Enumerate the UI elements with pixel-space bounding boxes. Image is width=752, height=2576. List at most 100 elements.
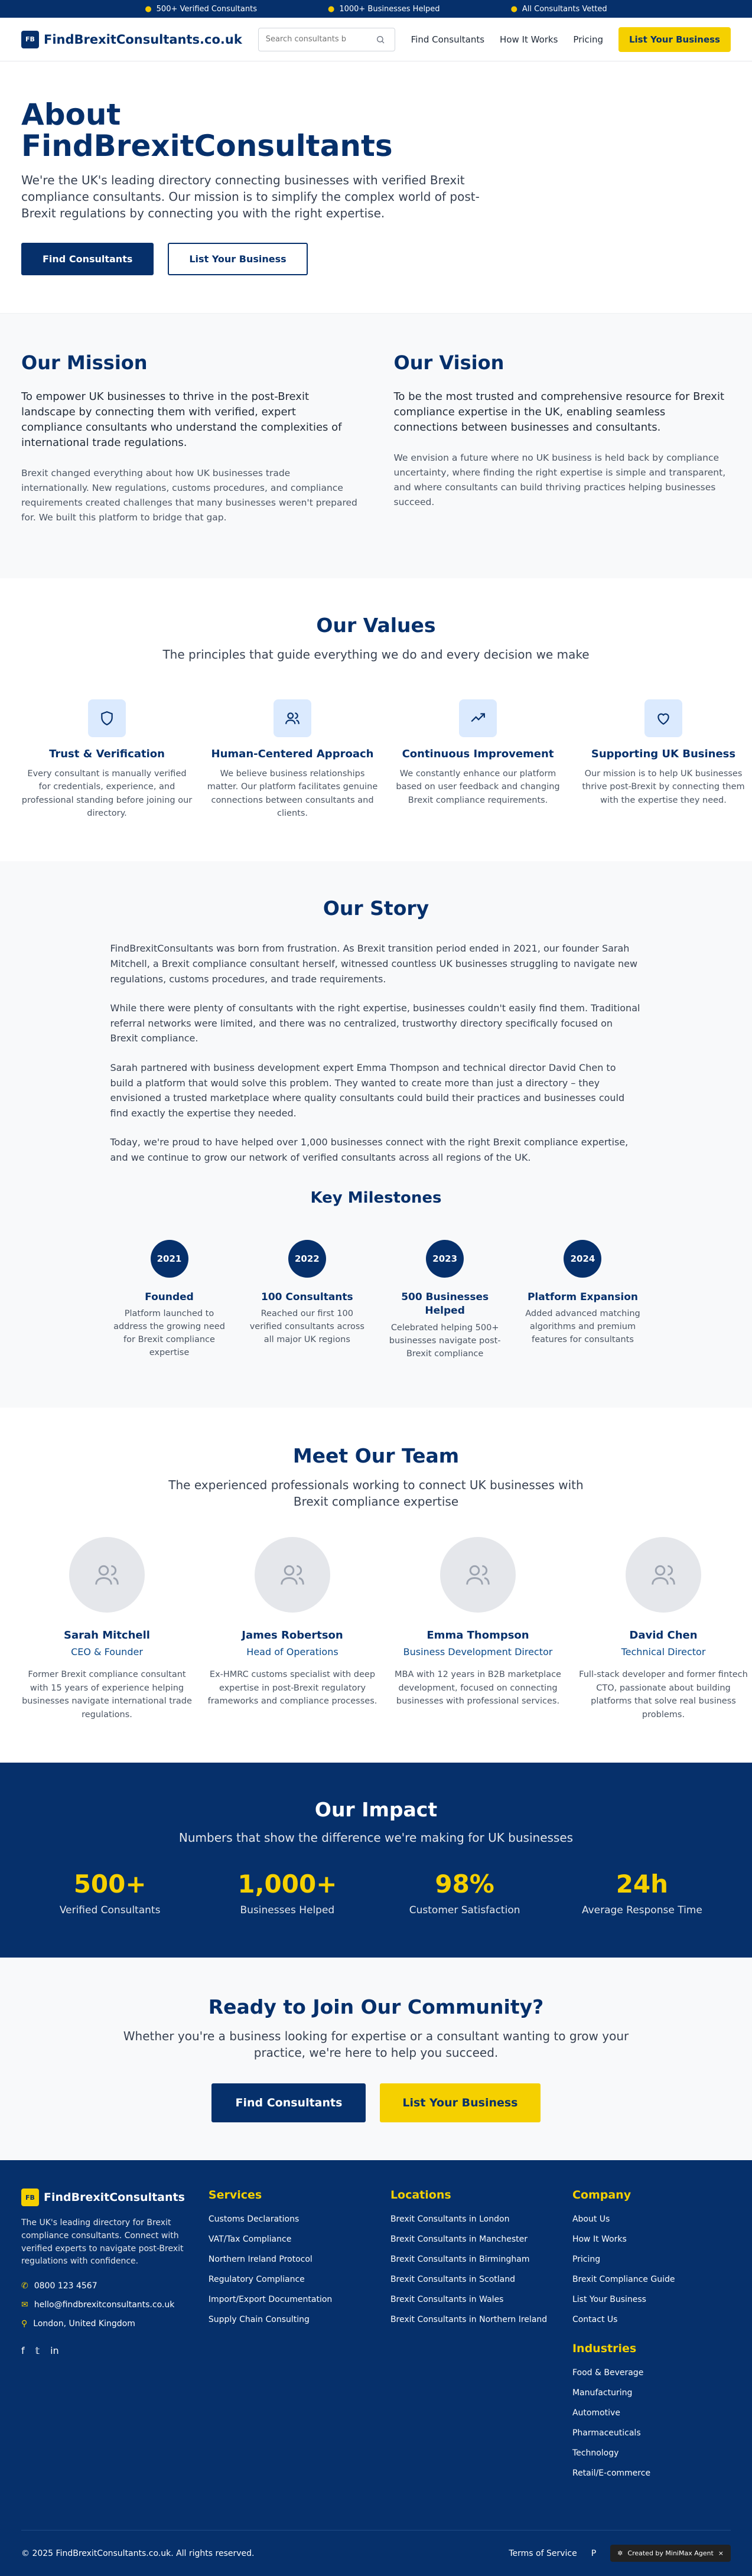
impact-title: Our Impact [314, 1798, 438, 1822]
value-title: Continuous Improvement [402, 747, 554, 760]
footer-link[interactable]: Food & Beverage [572, 2368, 731, 2378]
footer-link[interactable]: Automotive [572, 2408, 731, 2418]
member-role: Head of Operations [246, 1646, 338, 1658]
member-bio: MBA with 12 years in B2B marketplace dev… [395, 1670, 561, 1707]
map-pin-icon: ⚲ [21, 2319, 28, 2329]
member-role: CEO & Founder [71, 1646, 143, 1658]
footer-about: The UK's leading directory for Brexit co… [21, 2218, 184, 2266]
footer-link[interactable]: List Your Business [572, 2295, 731, 2304]
milestone-year: 2024 [564, 1239, 602, 1278]
main-navigation: FB FindBrexitConsultants.co.uk Find Cons… [0, 18, 752, 61]
milestone-year: 2022 [288, 1239, 326, 1278]
avatar [69, 1537, 145, 1613]
linkedin-icon[interactable]: in [50, 2345, 59, 2356]
stat-label: Businesses Helped [240, 1904, 335, 1917]
phone-icon: ✆ [21, 2281, 28, 2291]
footer-link[interactable]: Pricing [572, 2255, 731, 2264]
member-bio: Ex-HMRC customs specialist with deep exp… [207, 1670, 377, 1707]
shield-icon [88, 699, 126, 737]
value-card: Trust & Verification Every consultant is… [21, 699, 193, 820]
cta-subtitle: Whether you're a business looking for ex… [123, 2029, 629, 2060]
member-role: Business Development Director [403, 1646, 553, 1658]
privacy-link[interactable]: P [591, 2549, 596, 2558]
member-name: Sarah Mitchell [64, 1629, 150, 1642]
site-logo[interactable]: FB FindBrexitConsultants.co.uk [21, 30, 242, 48]
values-subtitle: The principles that guide everything we … [162, 647, 590, 662]
footer-link[interactable]: Brexit Consultants in Birmingham [390, 2255, 549, 2264]
footer-link[interactable]: Pharmaceuticals [572, 2428, 731, 2438]
member-bio: Full-stack developer and former fintech … [579, 1670, 748, 1719]
search-input[interactable] [265, 35, 372, 44]
impact-section: Our Impact Numbers that show the differe… [0, 1763, 752, 1958]
footer-link[interactable]: Brexit Consultants in London [390, 2214, 549, 2224]
footer-link[interactable]: How It Works [572, 2235, 731, 2244]
footer-link[interactable]: Northern Ireland Protocol [209, 2255, 367, 2264]
milestone-title: 500 Businesses Helped [401, 1291, 489, 1317]
footer-link[interactable]: About Us [572, 2214, 731, 2224]
nav-link-how-it-works[interactable]: How It Works [500, 34, 558, 45]
footer-link[interactable]: Brexit Consultants in Scotland [390, 2275, 549, 2284]
mail-icon: ✉ [21, 2300, 28, 2310]
footer-location: ⚲ London, United Kingdom [21, 2319, 135, 2329]
milestones-title: Key Milestones [310, 1188, 442, 1207]
logo-badge: FB [21, 30, 39, 48]
twitter-icon[interactable]: 𝕥 [35, 2345, 40, 2356]
story-paragraph: While there were plenty of consultants w… [110, 1002, 640, 1044]
footer-link[interactable]: Technology [572, 2448, 731, 2458]
footer-link[interactable]: Brexit Compliance Guide [572, 2275, 731, 2284]
footer-link[interactable]: Import/Export Documentation [209, 2295, 367, 2304]
nav-link-pricing[interactable]: Pricing [573, 34, 603, 45]
team-member-card: David Chen Technical Director Full-stack… [578, 1537, 749, 1721]
footer-link[interactable]: VAT/Tax Compliance [209, 2235, 367, 2244]
value-text: We constantly enhance our platform based… [396, 768, 560, 805]
footer-link[interactable]: Manufacturing [572, 2388, 731, 2398]
milestone-item: 2024 Platform Expansion Added advanced m… [523, 1239, 642, 1361]
facebook-icon[interactable]: f [21, 2345, 25, 2356]
agent-logo-icon: ✲ [617, 2549, 623, 2558]
search-icon[interactable] [376, 35, 385, 44]
footer-link[interactable]: Brexit Consultants in Wales [390, 2295, 549, 2304]
find-consultants-button[interactable]: Find Consultants [21, 243, 154, 275]
footer-industries-title: Industries [572, 2342, 637, 2356]
milestone-text: Reached our first 100 verified consultan… [249, 1309, 364, 1344]
footer-logo[interactable]: FB FindBrexitConsultants [21, 2189, 185, 2207]
footer-link[interactable]: Supply Chain Consulting [209, 2315, 367, 2324]
avatar [440, 1537, 516, 1613]
cta-find-consultants-button[interactable]: Find Consultants [211, 2083, 366, 2123]
footer-link[interactable]: Brexit Consultants in Northern Ireland [390, 2315, 549, 2324]
close-icon[interactable]: × [718, 2549, 724, 2557]
topbar-item: ● 500+ Verified Consultants [145, 4, 257, 14]
stat-label: Verified Consultants [59, 1904, 161, 1917]
logo-text: FindBrexitConsultants.co.uk [44, 32, 242, 47]
milestone-text: Celebrated helping 500+ businesses navig… [389, 1323, 501, 1359]
footer-locations-title: Locations [390, 2189, 451, 2202]
nav-link-find-consultants[interactable]: Find Consultants [411, 34, 484, 45]
footer-link[interactable]: Retail/E-commerce [572, 2468, 731, 2478]
vision-lead: To be the most trusted and comprehensive… [393, 390, 725, 434]
story-title: Our Story [323, 897, 429, 920]
footer-phone[interactable]: ✆ 0800 123 4567 [21, 2281, 185, 2291]
footer-link[interactable]: Customs Declarations [209, 2214, 367, 2224]
list-business-button[interactable]: List Your Business [618, 27, 731, 52]
story-paragraph: Sarah partnered with business developmen… [110, 1062, 625, 1119]
value-title: Supporting UK Business [591, 747, 736, 760]
footer-link[interactable]: Brexit Consultants in Manchester [390, 2235, 549, 2244]
member-bio: Former Brexit compliance consultant with… [22, 1670, 192, 1719]
list-your-business-button[interactable]: List Your Business [168, 243, 308, 275]
member-name: Emma Thompson [427, 1629, 529, 1642]
cta-list-business-button[interactable]: List Your Business [380, 2083, 541, 2123]
values-title: Our Values [316, 613, 436, 637]
users-icon [95, 1565, 119, 1585]
team-title: Meet Our Team [292, 1444, 460, 1468]
footer-link[interactable]: Regulatory Compliance [209, 2275, 367, 2284]
vision-detail: We envision a future where no UK busines… [393, 452, 726, 507]
footer-services-column: Services Customs Declarations VAT/Tax Co… [209, 2189, 367, 2489]
stat-item: 1,000+ Businesses Helped [198, 1870, 376, 1916]
stat-label: Customer Satisfaction [409, 1904, 520, 1917]
terms-link[interactable]: Terms of Service [509, 2549, 577, 2558]
footer-link[interactable]: Contact Us [572, 2315, 731, 2324]
agent-badge[interactable]: ✲ Created by MiniMax Agent × [610, 2545, 731, 2562]
stat-label: Average Response Time [581, 1904, 702, 1917]
value-title: Trust & Verification [49, 747, 165, 760]
footer-email[interactable]: ✉ hello@findbrexitconsultants.co.uk [21, 2300, 185, 2310]
